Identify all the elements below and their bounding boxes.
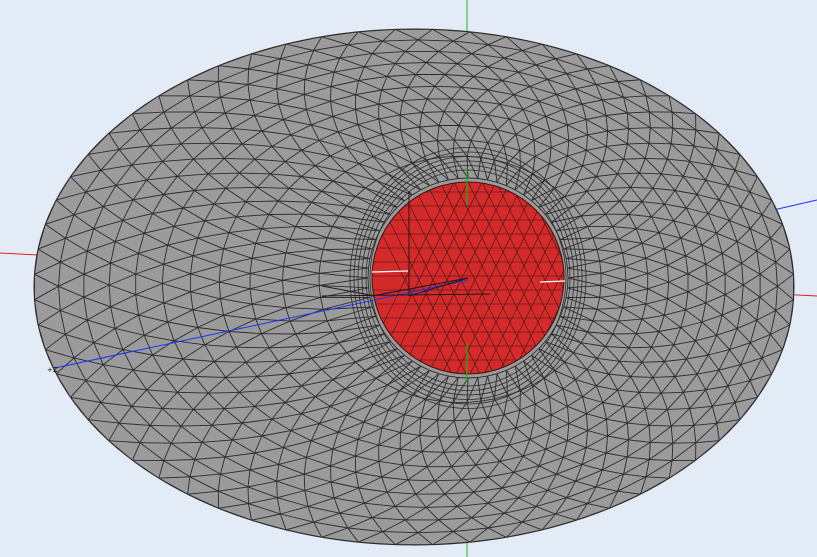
mesh-edge	[303, 474, 306, 491]
mesh-edge	[236, 346, 270, 349]
mesh-edge	[467, 177, 478, 179]
mesh-edge	[247, 486, 249, 504]
mesh-edge	[140, 442, 172, 444]
mesh-edge	[567, 268, 569, 279]
mesh-edge	[519, 150, 521, 168]
mesh-edge	[672, 442, 696, 444]
mesh-edge	[330, 86, 332, 102]
mesh-edge	[519, 390, 521, 411]
mesh-edge	[367, 268, 369, 279]
mesh-edge	[276, 73, 278, 89]
axis-z-label: +Z	[47, 366, 58, 374]
scene-canvas[interactable]: +Z	[0, 0, 817, 557]
mesh-edge	[181, 142, 212, 145]
mesh-edge	[247, 68, 249, 85]
mesh-edge	[628, 346, 652, 349]
mesh-edge	[330, 465, 332, 483]
mesh-edge	[276, 481, 278, 498]
mesh-edge	[648, 142, 672, 145]
mesh-edge	[303, 79, 306, 95]
3d-viewport[interactable]: +Z	[0, 0, 817, 557]
mesh-edge	[467, 377, 478, 379]
mesh-edge	[567, 277, 569, 288]
mesh-edge	[367, 277, 369, 288]
